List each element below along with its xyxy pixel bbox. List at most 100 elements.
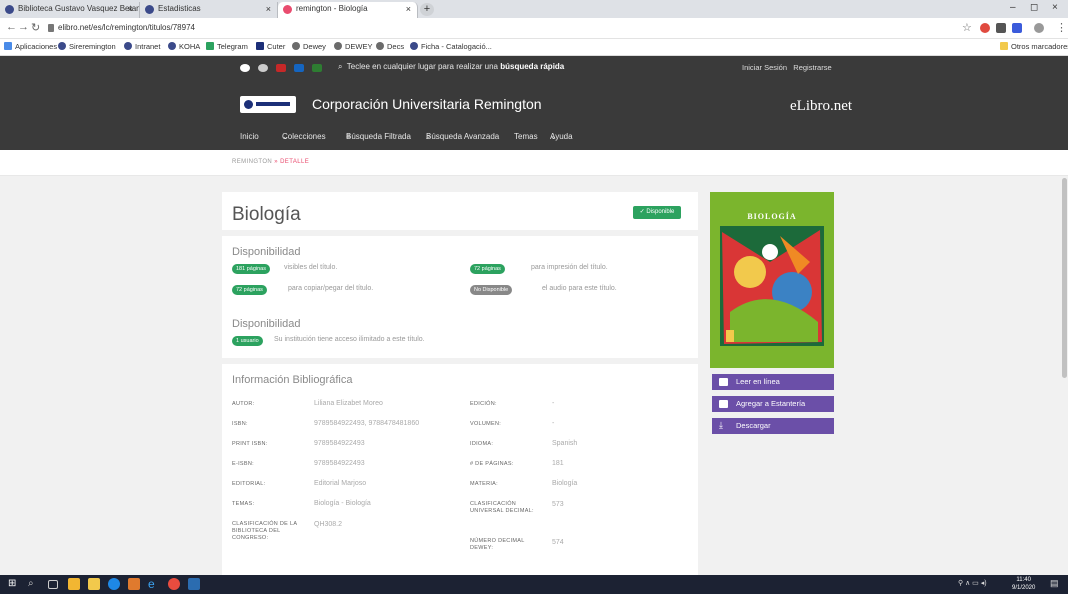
search-icon[interactable]: ⌕ [28, 578, 40, 590]
menu-temas[interactable]: Temas [514, 132, 538, 141]
field-value[interactable]: Liliana Elizabet Moreo [314, 400, 383, 407]
field-label: CLASIFICACIÓN UNIVERSAL DECIMAL: [470, 501, 534, 514]
clock-date: 9/1/2020 [1012, 585, 1036, 591]
breadcrumb-root[interactable]: REMINGTON [232, 159, 272, 165]
print-pages-badge: 72 páginas [470, 264, 505, 274]
close-tab-icon[interactable]: × [266, 2, 271, 16]
field-label: VOLUMEN: [470, 421, 502, 427]
book-icon [719, 378, 728, 386]
notifications-icon[interactable]: ▤ [1050, 578, 1059, 589]
field-value[interactable]: Biología - Biología [314, 500, 371, 507]
new-tab-button[interactable]: + [420, 3, 434, 16]
link-icon[interactable] [258, 64, 268, 72]
url-field[interactable]: elibro.net/es/lc/remington/titulos/78974 [58, 23, 195, 32]
chrome-icon[interactable] [168, 578, 180, 590]
field-value[interactable]: Biología [552, 480, 577, 487]
login-links: Iniciar Sesión Registrarse [742, 63, 832, 72]
forward-arrow-icon[interactable]: → [18, 21, 29, 33]
flag-spain-icon[interactable] [276, 64, 286, 72]
breadcrumb-bar: REMINGTON » DETALLE [0, 150, 1068, 176]
extension-icon[interactable] [980, 23, 990, 33]
university-logo[interactable] [240, 96, 296, 113]
estadisticas-favicon-icon [145, 5, 154, 14]
quick-search[interactable]: ⌕ Teclee en cualquier lugar para realiza… [338, 62, 564, 72]
bookmark-item[interactable]: Decs [376, 42, 404, 51]
audio-badge: No Disponible [470, 285, 513, 295]
star-icon[interactable]: ☆ [962, 21, 972, 34]
book-cover-image: BIOLOGÍA [710, 192, 834, 368]
folder-icon [1000, 42, 1008, 50]
reload-icon[interactable]: ↻ [31, 21, 40, 34]
bookmark-item[interactable]: Cuter [256, 42, 285, 51]
menu-dots-icon[interactable]: ⋮ [1056, 21, 1067, 34]
app-icon[interactable] [128, 578, 140, 590]
bookmarks-bar: Aplicaciones Sireremington Intranet KOHA… [0, 39, 1068, 56]
availability-title: Disponibilidad [232, 246, 301, 258]
elibro-brand[interactable]: eLibro.net [790, 98, 852, 115]
bookmark-item[interactable]: KOHA [168, 42, 200, 51]
bookmark-item[interactable]: Sireremington [58, 42, 116, 51]
field-label: # DE PÁGINAS: [470, 461, 514, 467]
bookmark-item[interactable]: DEWEY [334, 42, 373, 51]
maximize-button[interactable]: ◻ [1030, 2, 1038, 13]
close-tab-icon[interactable]: × [128, 2, 133, 16]
browser-tab-estadisticas[interactable]: Estadisticas × [140, 2, 278, 18]
outlook-icon[interactable] [188, 578, 200, 590]
field-label: ISBN: [232, 421, 248, 427]
sticky-notes-icon[interactable] [68, 578, 80, 590]
menu-inicio[interactable]: Inicio [240, 132, 259, 141]
browser-tab-biblioteca[interactable]: Biblioteca Gustavo Vasquez Betan... × [0, 2, 140, 18]
bookmark-favicon-icon [124, 42, 132, 50]
close-window-button[interactable]: × [1052, 2, 1058, 13]
chevron-down-icon: ⌄ [282, 132, 289, 141]
browser-tab-biologia[interactable]: remington - Biología × [278, 2, 418, 18]
field-label: PRINT ISBN: [232, 441, 268, 447]
search-hint-bold: búsqueda rápida [500, 62, 565, 71]
field-label: MATERIA: [470, 481, 498, 487]
read-online-button[interactable]: Leer en línea [712, 374, 834, 390]
flag-brazil-icon[interactable] [312, 64, 322, 72]
bookmark-item[interactable]: Dewey [292, 42, 326, 51]
extension-icon[interactable] [1012, 23, 1022, 33]
register-link[interactable]: Registrarse [793, 63, 831, 72]
field-value: 181 [552, 460, 564, 467]
other-bookmarks[interactable]: Otros marcadores [1000, 42, 1068, 51]
info-title: Información Bibliográfica [232, 374, 353, 386]
back-arrow-icon[interactable]: ← [6, 21, 17, 33]
flag-uk-icon[interactable] [294, 64, 304, 72]
status-badge: ✓ Disponible [633, 206, 681, 219]
field-label: EDITORIAL: [232, 481, 266, 487]
task-view-icon[interactable] [48, 580, 58, 589]
button-label: Agregar a Estantería [736, 399, 806, 408]
profile-icon[interactable] [1034, 23, 1044, 33]
search-hint: Teclee en cualquier lugar para realizar … [346, 62, 498, 71]
field-label: TEMAS: [232, 501, 255, 507]
extension-icon[interactable] [996, 23, 1006, 33]
divider [222, 358, 698, 364]
apps-grid-icon [4, 42, 12, 50]
minimize-button[interactable]: – [1010, 2, 1016, 13]
bookmark-item[interactable]: Telegram [206, 42, 248, 51]
bookmark-item[interactable]: Intranet [124, 42, 160, 51]
windows-start-icon[interactable]: ⊞ [8, 578, 20, 590]
bookmark-item[interactable]: Ficha - Catalogació... [410, 42, 492, 51]
download-button[interactable]: ⤓ Descargar [712, 418, 834, 434]
login-link[interactable]: Iniciar Sesión [742, 63, 787, 72]
field-label: EDICIÓN: [470, 401, 497, 407]
button-label: Descargar [736, 421, 771, 430]
add-to-shelf-button[interactable]: Agregar a Estantería [712, 396, 834, 412]
skype-icon[interactable] [108, 578, 120, 590]
bookmark-label: KOHA [179, 42, 201, 51]
accessibility-icon[interactable] [240, 64, 250, 72]
close-tab-icon[interactable]: × [406, 2, 411, 16]
lock-icon [48, 24, 54, 32]
clock[interactable]: 11:40 9/1/2020 [1012, 576, 1035, 592]
file-explorer-icon[interactable] [88, 578, 100, 590]
field-value[interactable]: Editorial Marjoso [314, 480, 366, 487]
access-badge: 1 usuario [232, 336, 263, 346]
availability-title-2: Disponibilidad [232, 318, 301, 330]
scrollbar-thumb[interactable] [1062, 178, 1067, 378]
internet-explorer-icon[interactable]: e [148, 578, 160, 590]
tray-icons[interactable]: ⚲ ∧ ▭ ◂) [958, 579, 987, 587]
bookmark-apps[interactable]: Aplicaciones [4, 42, 57, 51]
